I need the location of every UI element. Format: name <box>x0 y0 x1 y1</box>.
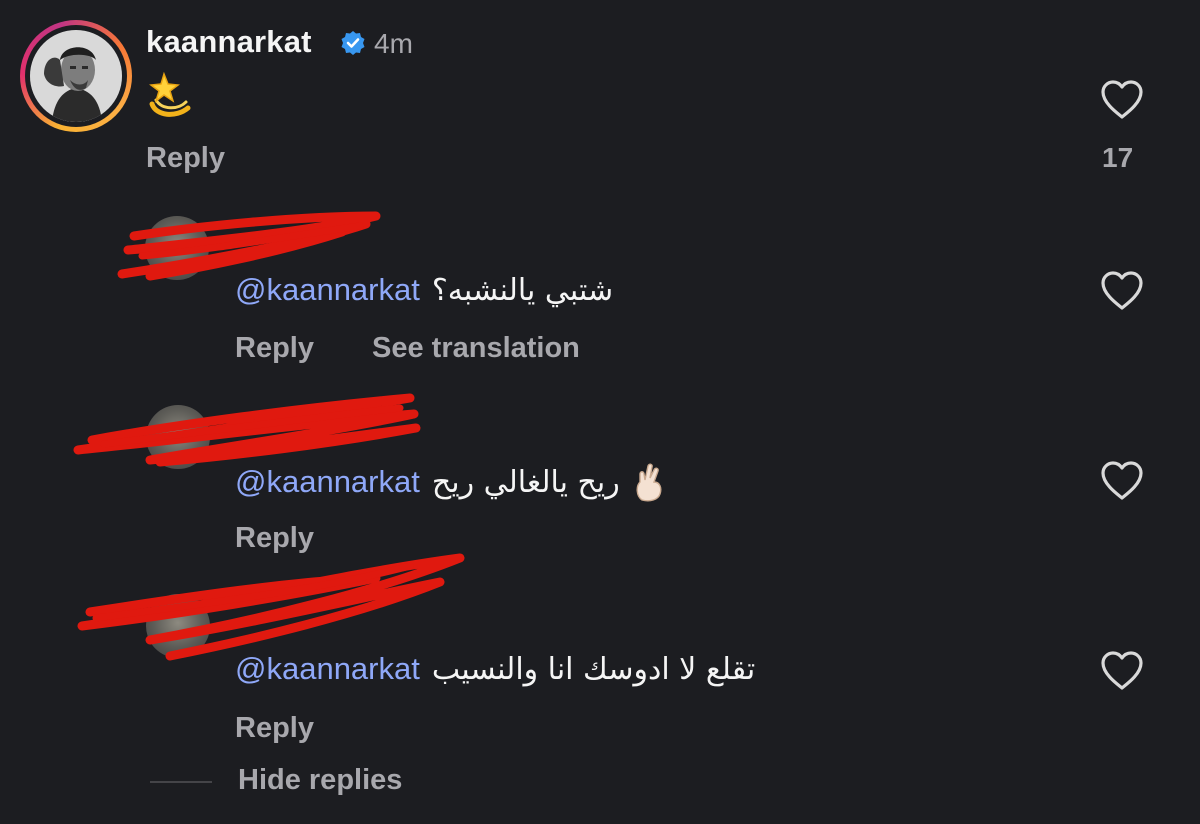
crossed-fingers-emoji-icon <box>636 463 662 502</box>
reply-text: ريح يالغالي ريح <box>431 464 620 500</box>
hide-replies-divider <box>150 781 212 783</box>
heart-icon[interactable] <box>1099 269 1145 311</box>
mention-link[interactable]: @kaannarkat <box>235 464 420 500</box>
see-translation-button[interactable]: See translation <box>372 332 580 365</box>
reply-button[interactable]: Reply <box>235 332 314 365</box>
reply-text-row: @kaannarkat تقلع لا ادوسك انا والنسيب <box>235 651 755 687</box>
verified-badge-icon <box>341 31 365 55</box>
hide-replies-button[interactable]: Hide replies <box>238 764 402 797</box>
heart-icon[interactable] <box>1099 78 1145 120</box>
comment-timestamp: 4m <box>374 28 413 59</box>
reply-avatar[interactable] <box>145 216 209 280</box>
heart-icon[interactable] <box>1099 649 1145 691</box>
reply-button[interactable]: Reply <box>235 712 314 745</box>
heart-icon[interactable] <box>1099 459 1145 501</box>
reply-text: شتبي يالنشبه؟ <box>431 272 614 308</box>
like-count: 17 <box>1102 142 1134 173</box>
reply-button[interactable]: Reply <box>146 142 225 175</box>
reply-text: تقلع لا ادوسك انا والنسيب <box>431 651 756 687</box>
reply-button[interactable]: Reply <box>235 522 314 555</box>
avatar <box>30 30 122 122</box>
reply-avatar[interactable] <box>146 405 210 469</box>
mention-link[interactable]: @kaannarkat <box>235 651 420 687</box>
reply-text-row: @kaannarkat ريح يالغالي ريح <box>235 462 668 502</box>
story-ring[interactable] <box>20 20 132 132</box>
reply-avatar[interactable] <box>146 594 210 658</box>
dizzy-emoji-icon <box>149 71 191 117</box>
avatar-photo <box>30 30 122 122</box>
comment-username[interactable]: kaannarkat <box>146 24 312 60</box>
reply-text-row: @kaannarkat شتبي يالنشبه؟ <box>235 272 613 308</box>
mention-link[interactable]: @kaannarkat <box>235 272 420 308</box>
